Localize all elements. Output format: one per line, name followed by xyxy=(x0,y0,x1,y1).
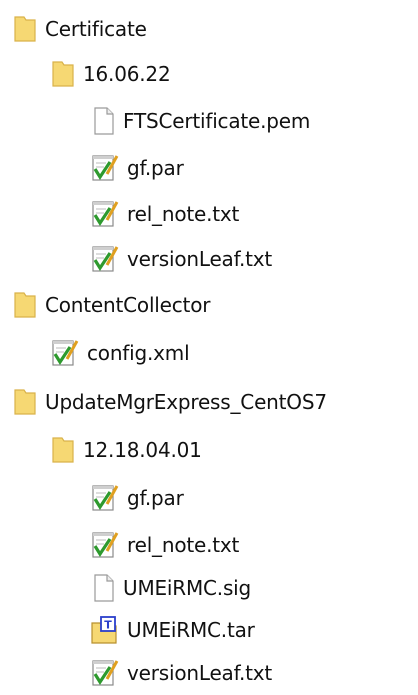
tree-item-rel-note-txt[interactable]: rel_note.txt xyxy=(90,194,239,234)
tree-item-umeirmc-sig[interactable]: UMEiRMC.sig xyxy=(90,568,251,608)
folder-icon xyxy=(50,434,76,466)
tree-item-label: UMEiRMC.sig xyxy=(123,576,252,600)
text-file-icon xyxy=(90,152,120,184)
tree-item-rel-note-txt-2[interactable]: rel_note.txt xyxy=(90,525,239,565)
file-tree: Certificate 16.06.22 FTSCertificate.pem … xyxy=(0,0,418,695)
tree-item-12-18-04-01[interactable]: 12.18.04.01 xyxy=(50,430,202,470)
svg-text:T: T xyxy=(104,619,112,632)
tree-item-label: UpdateMgrExpress_CentOS7 xyxy=(45,390,327,414)
file-icon xyxy=(90,572,116,604)
tree-item-label: 12.18.04.01 xyxy=(83,438,202,462)
tree-item-config-xml[interactable]: config.xml xyxy=(50,333,190,373)
text-file-icon xyxy=(90,529,120,561)
tree-item-16-06-22[interactable]: 16.06.22 xyxy=(50,54,171,94)
tree-item-label: FTSCertificate.pem xyxy=(123,109,311,133)
folder-icon xyxy=(12,289,38,321)
text-file-icon xyxy=(90,243,120,275)
tree-item-label: ContentCollector xyxy=(45,293,211,317)
tree-item-label: config.xml xyxy=(87,341,190,365)
tree-item-label: versionLeaf.txt xyxy=(127,661,273,685)
tree-item-label: UMEiRMC.tar xyxy=(127,618,255,642)
tree-item-gf-par[interactable]: gf.par xyxy=(90,148,184,188)
folder-icon xyxy=(12,13,38,45)
archive-icon: T xyxy=(90,614,120,646)
tree-item-label: gf.par xyxy=(127,486,184,510)
text-file-icon xyxy=(50,337,80,369)
tree-item-label: versionLeaf.txt xyxy=(127,247,273,271)
tree-item-ftscertificate-pem[interactable]: FTSCertificate.pem xyxy=(90,101,310,141)
tree-item-label: gf.par xyxy=(127,156,184,180)
tree-item-umeirmc-tar[interactable]: T UMEiRMC.tar xyxy=(90,610,255,650)
tree-item-label: Certificate xyxy=(45,17,147,41)
tree-item-versionleaf-txt-2[interactable]: versionLeaf.txt xyxy=(90,653,272,693)
folder-icon xyxy=(50,58,76,90)
tree-item-contentcollector[interactable]: ContentCollector xyxy=(12,285,210,325)
tree-item-label: 16.06.22 xyxy=(83,62,171,86)
tree-item-label: rel_note.txt xyxy=(127,202,240,226)
file-icon xyxy=(90,105,116,137)
folder-icon xyxy=(12,386,38,418)
text-file-icon xyxy=(90,482,120,514)
tree-item-updatemgrexpress-centos7[interactable]: UpdateMgrExpress_CentOS7 xyxy=(12,382,327,422)
tree-item-versionleaf-txt[interactable]: versionLeaf.txt xyxy=(90,239,272,279)
tree-item-label: rel_note.txt xyxy=(127,533,240,557)
tree-item-gf-par-2[interactable]: gf.par xyxy=(90,478,184,518)
tree-item-certificate[interactable]: Certificate xyxy=(12,9,147,49)
text-file-icon xyxy=(90,198,120,230)
text-file-icon xyxy=(90,657,120,689)
